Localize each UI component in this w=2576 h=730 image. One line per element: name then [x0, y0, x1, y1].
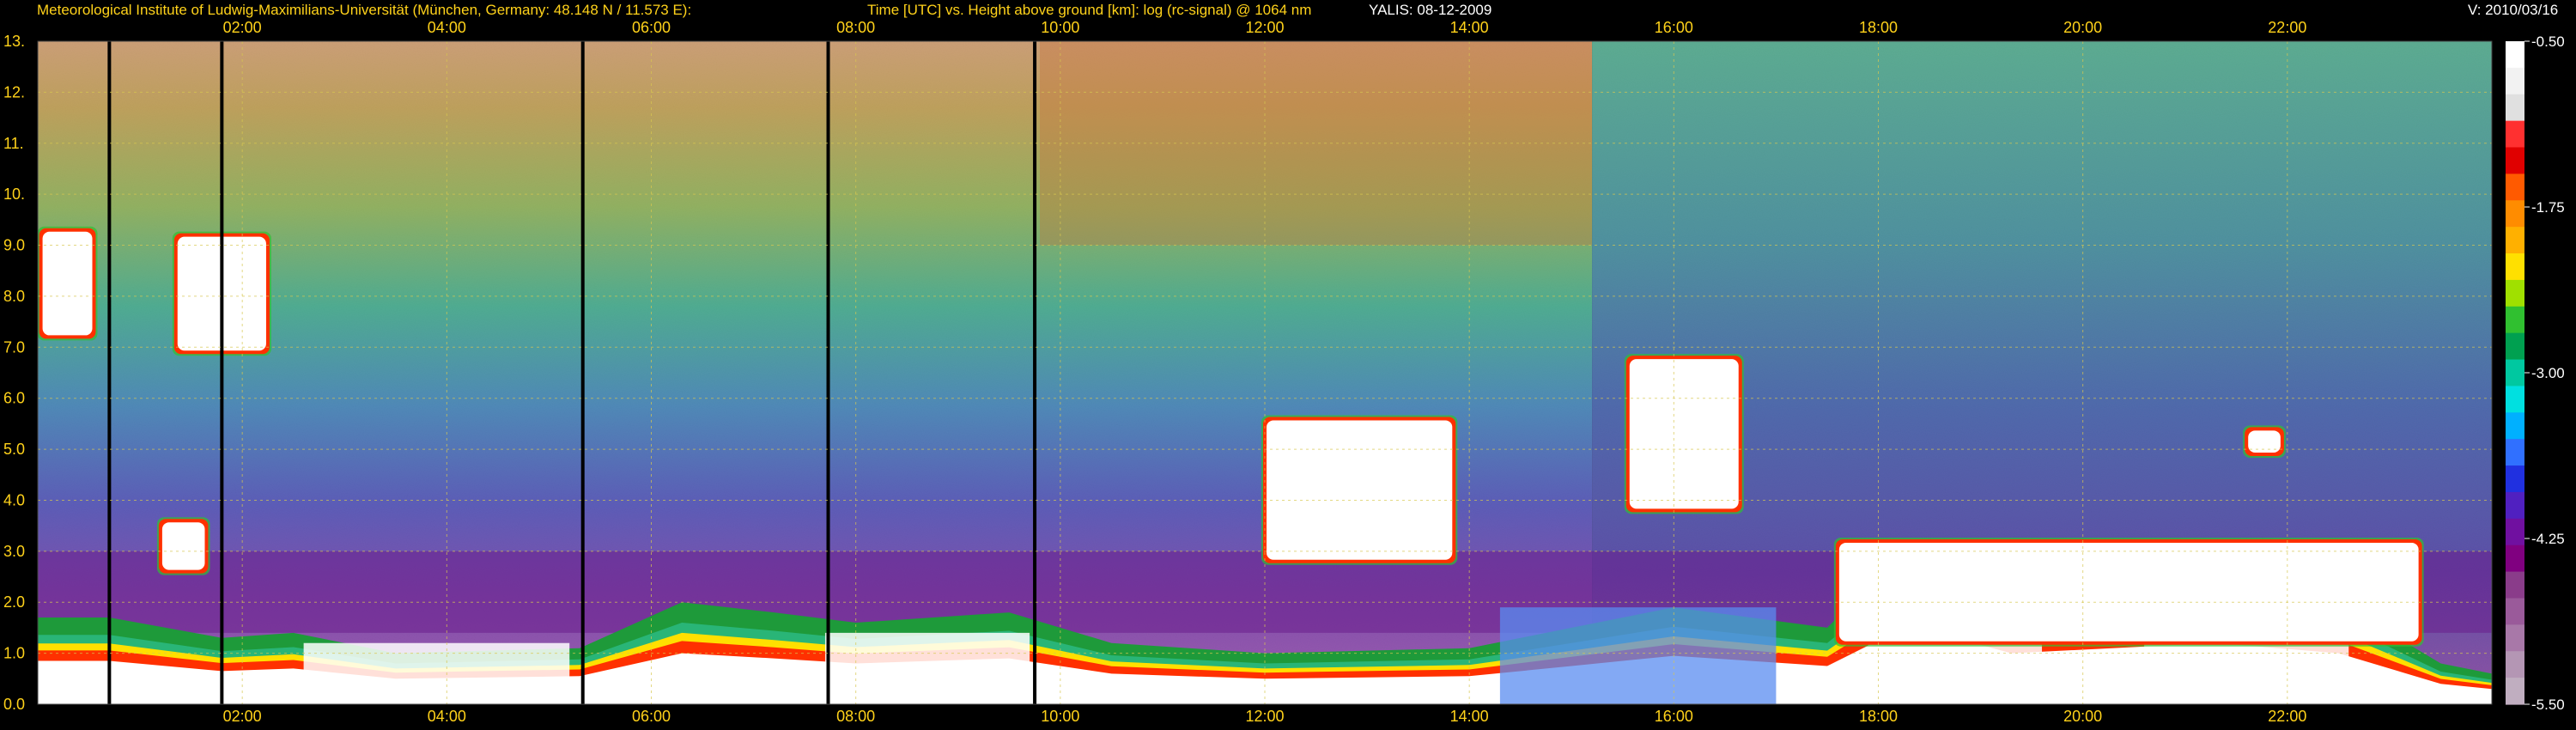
- colorbar-swatch: [2506, 227, 2524, 254]
- colorbar-swatch: [2506, 465, 2524, 493]
- data-gap-1: [220, 41, 224, 704]
- cloud-high-0: [38, 226, 98, 341]
- colorbar-swatch: [2506, 651, 2524, 678]
- colorbar-tick-label: -0.50: [2531, 33, 2565, 50]
- colorbar-swatch: [2506, 359, 2524, 387]
- x-tick-label-bottom: 12:00: [1245, 708, 1284, 725]
- institute-label: Meteorological Institute of Ludwig-Maxim…: [37, 2, 692, 18]
- y-tick-label: 13.: [3, 33, 25, 50]
- y-tick-label: 12.: [3, 83, 25, 100]
- data-gap-4: [1033, 41, 1037, 704]
- colorbar-swatch: [2506, 598, 2524, 625]
- colorbar-swatch: [2506, 173, 2524, 201]
- y-tick-label: 8.0: [3, 288, 25, 305]
- data-gap-3: [826, 41, 830, 704]
- colorbar-tick-label: -1.75: [2531, 199, 2565, 216]
- x-tick-label-top: 04:00: [428, 19, 466, 36]
- colorbar-swatch: [2506, 41, 2524, 69]
- colorbar-swatch: [2506, 412, 2524, 440]
- y-tick-label: 9.0: [3, 237, 25, 254]
- colorbar-swatch: [2506, 544, 2524, 573]
- colorbar-swatch: [2506, 200, 2524, 228]
- x-tick-label-bottom: 16:00: [1655, 708, 1693, 725]
- x-tick-label-top: 14:00: [1450, 19, 1489, 36]
- cloud-low-5: [156, 517, 210, 575]
- x-tick-label-top: 22:00: [2268, 19, 2306, 36]
- instrument-date: YALIS: 08-12-2009: [1369, 2, 1492, 18]
- y-tick-label: 6.0: [3, 390, 25, 407]
- x-tick-label-bottom: 08:00: [836, 708, 875, 725]
- colorbar-tick-label: -3.00: [2531, 365, 2565, 381]
- x-tick-label-bottom: 10:00: [1041, 708, 1079, 725]
- blue-low-signal: [1499, 607, 1777, 704]
- x-tick-label-top: 16:00: [1655, 19, 1693, 36]
- x-tick-label-bottom: 02:00: [223, 708, 262, 725]
- lidar-figure: 02:00 04:00 06:00 08:00 10:00 12:00 14:00 16:00…: [0, 0, 2576, 730]
- y-tick-label: 0.0: [3, 696, 25, 713]
- cloud-mid-3: [1624, 354, 1744, 514]
- y-tick-label: 7.0: [3, 338, 25, 356]
- version-label: V: 2010/03/16: [2468, 2, 2559, 18]
- x-tick-label-top: 20:00: [2063, 19, 2102, 36]
- x-tick-label-top: 12:00: [1245, 19, 1284, 36]
- colorbar-swatch: [2506, 67, 2524, 95]
- colorbar-swatch: [2506, 279, 2524, 307]
- colorbar-swatch: [2506, 147, 2524, 174]
- colorbar-swatch: [2506, 678, 2524, 705]
- colorbar-swatch: [2506, 491, 2524, 520]
- colorbar-swatch: [2506, 571, 2524, 599]
- x-tick-label-top: 18:00: [1859, 19, 1898, 36]
- x-tick-label-bottom: 14:00: [1450, 708, 1489, 725]
- x-tick-label-bottom: 20:00: [2063, 708, 2102, 725]
- y-tick-label: 11.: [3, 135, 24, 152]
- colorbar-swatch: [2506, 439, 2524, 466]
- cloud-core: [1267, 420, 1453, 560]
- y-tick-label: 10.: [3, 186, 25, 203]
- y-tick-label: 4.0: [3, 491, 25, 508]
- y-tick-label: 5.0: [3, 441, 25, 458]
- cloud-mid-4: [2243, 425, 2286, 459]
- colorbar-swatch: [2506, 518, 2524, 546]
- colorbar-tick-label: -5.50: [2531, 697, 2565, 713]
- cloud-core: [1838, 542, 2419, 642]
- colorbar-swatch: [2506, 120, 2524, 149]
- cloud-mid-2: [1261, 415, 1458, 565]
- x-tick-label-bottom: 18:00: [1859, 708, 1898, 725]
- x-tick-label-top: 02:00: [223, 19, 262, 36]
- x-tick-label-bottom: 06:00: [632, 708, 671, 725]
- colorbar-swatch: [2506, 94, 2524, 122]
- cloud-core: [1629, 359, 1739, 509]
- x-tick-label-bottom: 04:00: [428, 708, 466, 725]
- y-tick-label: 1.0: [3, 645, 25, 662]
- x-tick-label-top: 10:00: [1041, 19, 1079, 36]
- upper-noise-warm: [1040, 41, 1593, 246]
- cloud-boundary-layer-6: [1833, 537, 2424, 647]
- colorbar-tick-label: -4.25: [2531, 531, 2565, 547]
- x-tick-label-top: 06:00: [632, 19, 671, 36]
- y-tick-label: 2.0: [3, 593, 25, 611]
- data-gap-0: [107, 41, 112, 704]
- colorbar-swatch: [2506, 253, 2524, 281]
- colorbar-swatch: [2506, 332, 2524, 361]
- x-tick-label-bottom: 22:00: [2268, 708, 2306, 725]
- x-tick-label-top: 08:00: [836, 19, 875, 36]
- cloud-core: [42, 231, 93, 336]
- aerosol-white-0: [303, 642, 570, 690]
- y-tick-label: 3.0: [3, 543, 25, 560]
- colorbar-swatch: [2506, 306, 2524, 334]
- data-gap-2: [580, 41, 585, 704]
- cloud-core: [161, 522, 205, 570]
- plot-title: Time [UTC] vs. Height above ground [km]:…: [867, 2, 1312, 18]
- colorbar-swatch: [2506, 386, 2524, 413]
- colorbar-swatch: [2506, 624, 2524, 652]
